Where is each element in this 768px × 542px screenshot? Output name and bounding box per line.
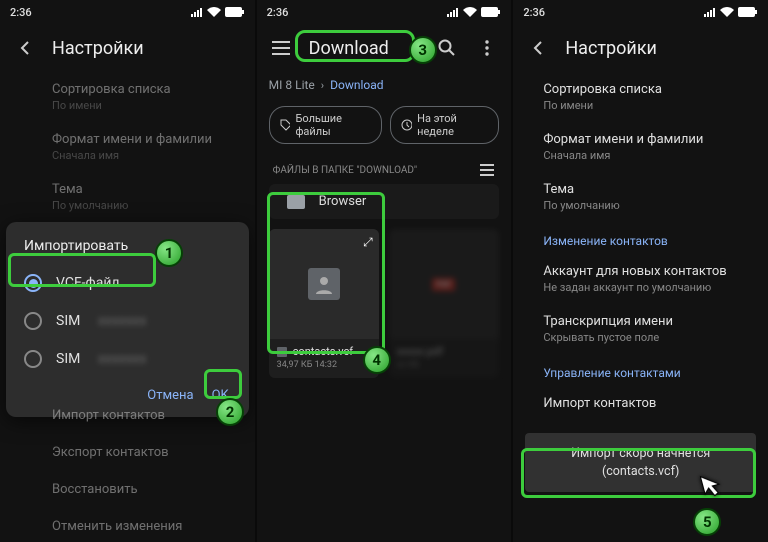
- status-bar: 2:36: [513, 0, 768, 24]
- status-time: 2:36: [523, 6, 545, 19]
- settings-item[interactable]: Транскрипция имени Скрывать пустое поле: [543, 304, 768, 354]
- filter-chips: Большие файлы На этой неделе: [257, 98, 512, 152]
- more-icon[interactable]: [475, 36, 499, 60]
- phone-panel-3: 2:36 Настройки Сортировка списка По имен…: [513, 0, 768, 542]
- settings-item[interactable]: Аккаунт для новых контактов Не задан акк…: [543, 254, 768, 304]
- settings-item[interactable]: Импорт контактов: [543, 386, 768, 423]
- settings-item[interactable]: Сортировка списка По имени: [52, 72, 255, 122]
- battery-icon: [481, 7, 501, 17]
- toast-line1: Импорт скоро начнется: [541, 445, 740, 463]
- settings-item[interactable]: Формат имени и фамилии Сначала имя: [52, 122, 255, 172]
- status-right: [191, 7, 245, 17]
- folder-icon: [287, 195, 305, 209]
- page-title: Настройки: [565, 38, 657, 59]
- radio-sim1[interactable]: SIM xxxxxxx: [6, 302, 249, 340]
- app-bar: Настройки: [513, 24, 768, 72]
- file-card-pdf[interactable]: PDF xxxxx.pdfxx КБ: [389, 229, 499, 378]
- status-bar: 2:36: [0, 0, 255, 24]
- back-icon[interactable]: [12, 36, 36, 60]
- callout-badge-2: 2: [216, 398, 244, 426]
- folder-browser[interactable]: Browser: [269, 184, 500, 219]
- contact-small-icon: [277, 347, 287, 357]
- pdf-badge: PDF: [432, 278, 455, 291]
- radio-checked-icon: [24, 274, 42, 292]
- page-title: Download: [309, 38, 389, 59]
- breadcrumb: MI 8 Lite › Download: [257, 72, 512, 98]
- signal-icon: [704, 7, 716, 17]
- section-label: ФАЙЛЫ В ПАПКЕ "DOWNLOAD": [257, 152, 512, 184]
- file-name: contacts.vcf: [277, 345, 371, 358]
- file-meta-text: 34,97 КБ 14:32: [277, 360, 371, 370]
- app-bar: Настройки: [0, 24, 255, 72]
- breadcrumb-current[interactable]: Download: [330, 78, 383, 92]
- signal-icon: [191, 7, 203, 17]
- radio-unchecked-icon: [24, 312, 42, 330]
- file-card-contacts[interactable]: ⤢ contacts.vcf 34,97 КБ 14:32: [269, 229, 379, 378]
- status-time: 2:36: [10, 6, 32, 19]
- callout-badge-3: 3: [409, 36, 437, 64]
- settings-item[interactable]: Экспорт контактов: [52, 435, 255, 472]
- section-header: Управление контактами: [543, 354, 768, 386]
- phone-panel-2: 2:36 Download MI 8 Lite › Download Больш…: [257, 0, 512, 542]
- settings-item[interactable]: Восстановить: [52, 472, 255, 509]
- wifi-icon: [720, 7, 734, 17]
- background-dimmed-lower: Импорт контактов Экспорт контактов Восст…: [0, 398, 255, 542]
- back-icon[interactable]: [525, 36, 549, 60]
- expand-icon: ⤢: [363, 235, 373, 250]
- page-title: Настройки: [52, 38, 144, 59]
- radio-unchecked-icon: [24, 350, 42, 368]
- section-header: Изменение контактов: [543, 222, 768, 254]
- chip-large-files[interactable]: Большие файлы: [269, 106, 383, 144]
- chevron-right-icon: ›: [321, 79, 324, 92]
- radio-vcf[interactable]: VCF-файл: [6, 264, 249, 302]
- settings-item[interactable]: Отменить изменения: [52, 509, 255, 542]
- settings-item[interactable]: Тема По умолчанию: [52, 172, 255, 222]
- breadcrumb-root[interactable]: MI 8 Lite: [269, 78, 315, 92]
- settings-item[interactable]: Формат имени и фамилии Сначала имя: [543, 122, 768, 172]
- battery-icon: [225, 7, 245, 17]
- view-grid-icon[interactable]: [479, 162, 495, 178]
- import-dialog: Импортировать VCF-файл SIM xxxxxxx SIM x…: [6, 222, 249, 417]
- tag-icon: [280, 119, 291, 131]
- contact-icon: [308, 268, 340, 300]
- radio-sim2[interactable]: SIM xxxxxxx: [6, 340, 249, 378]
- dialog-title: Импортировать: [6, 234, 249, 264]
- phone-panel-1: 2:36 Настройки Сортировка списка По имен…: [0, 0, 255, 542]
- callout-badge-5: 5: [693, 508, 721, 536]
- status-right: [447, 7, 501, 17]
- chip-this-week[interactable]: На этой неделе: [390, 106, 499, 144]
- wifi-icon: [463, 7, 477, 17]
- settings-item[interactable]: Сортировка списка По имени: [543, 72, 768, 122]
- status-right: [704, 7, 758, 17]
- callout-badge-4: 4: [363, 346, 391, 374]
- status-bar: 2:36: [257, 0, 512, 24]
- settings-item[interactable]: Тема По умолчанию: [543, 172, 768, 222]
- battery-icon: [738, 7, 758, 17]
- hamburger-icon[interactable]: [269, 36, 293, 60]
- callout-badge-1: 1: [155, 239, 183, 267]
- clock-icon: [401, 119, 412, 131]
- search-icon[interactable]: [435, 36, 459, 60]
- signal-icon: [447, 7, 459, 17]
- file-thumbnail: ⤢: [269, 229, 379, 339]
- app-bar: Download: [257, 24, 512, 72]
- wifi-icon: [207, 7, 221, 17]
- background-dimmed: Сортировка списка По имени Формат имени …: [0, 72, 255, 222]
- status-time: 2:36: [267, 6, 289, 19]
